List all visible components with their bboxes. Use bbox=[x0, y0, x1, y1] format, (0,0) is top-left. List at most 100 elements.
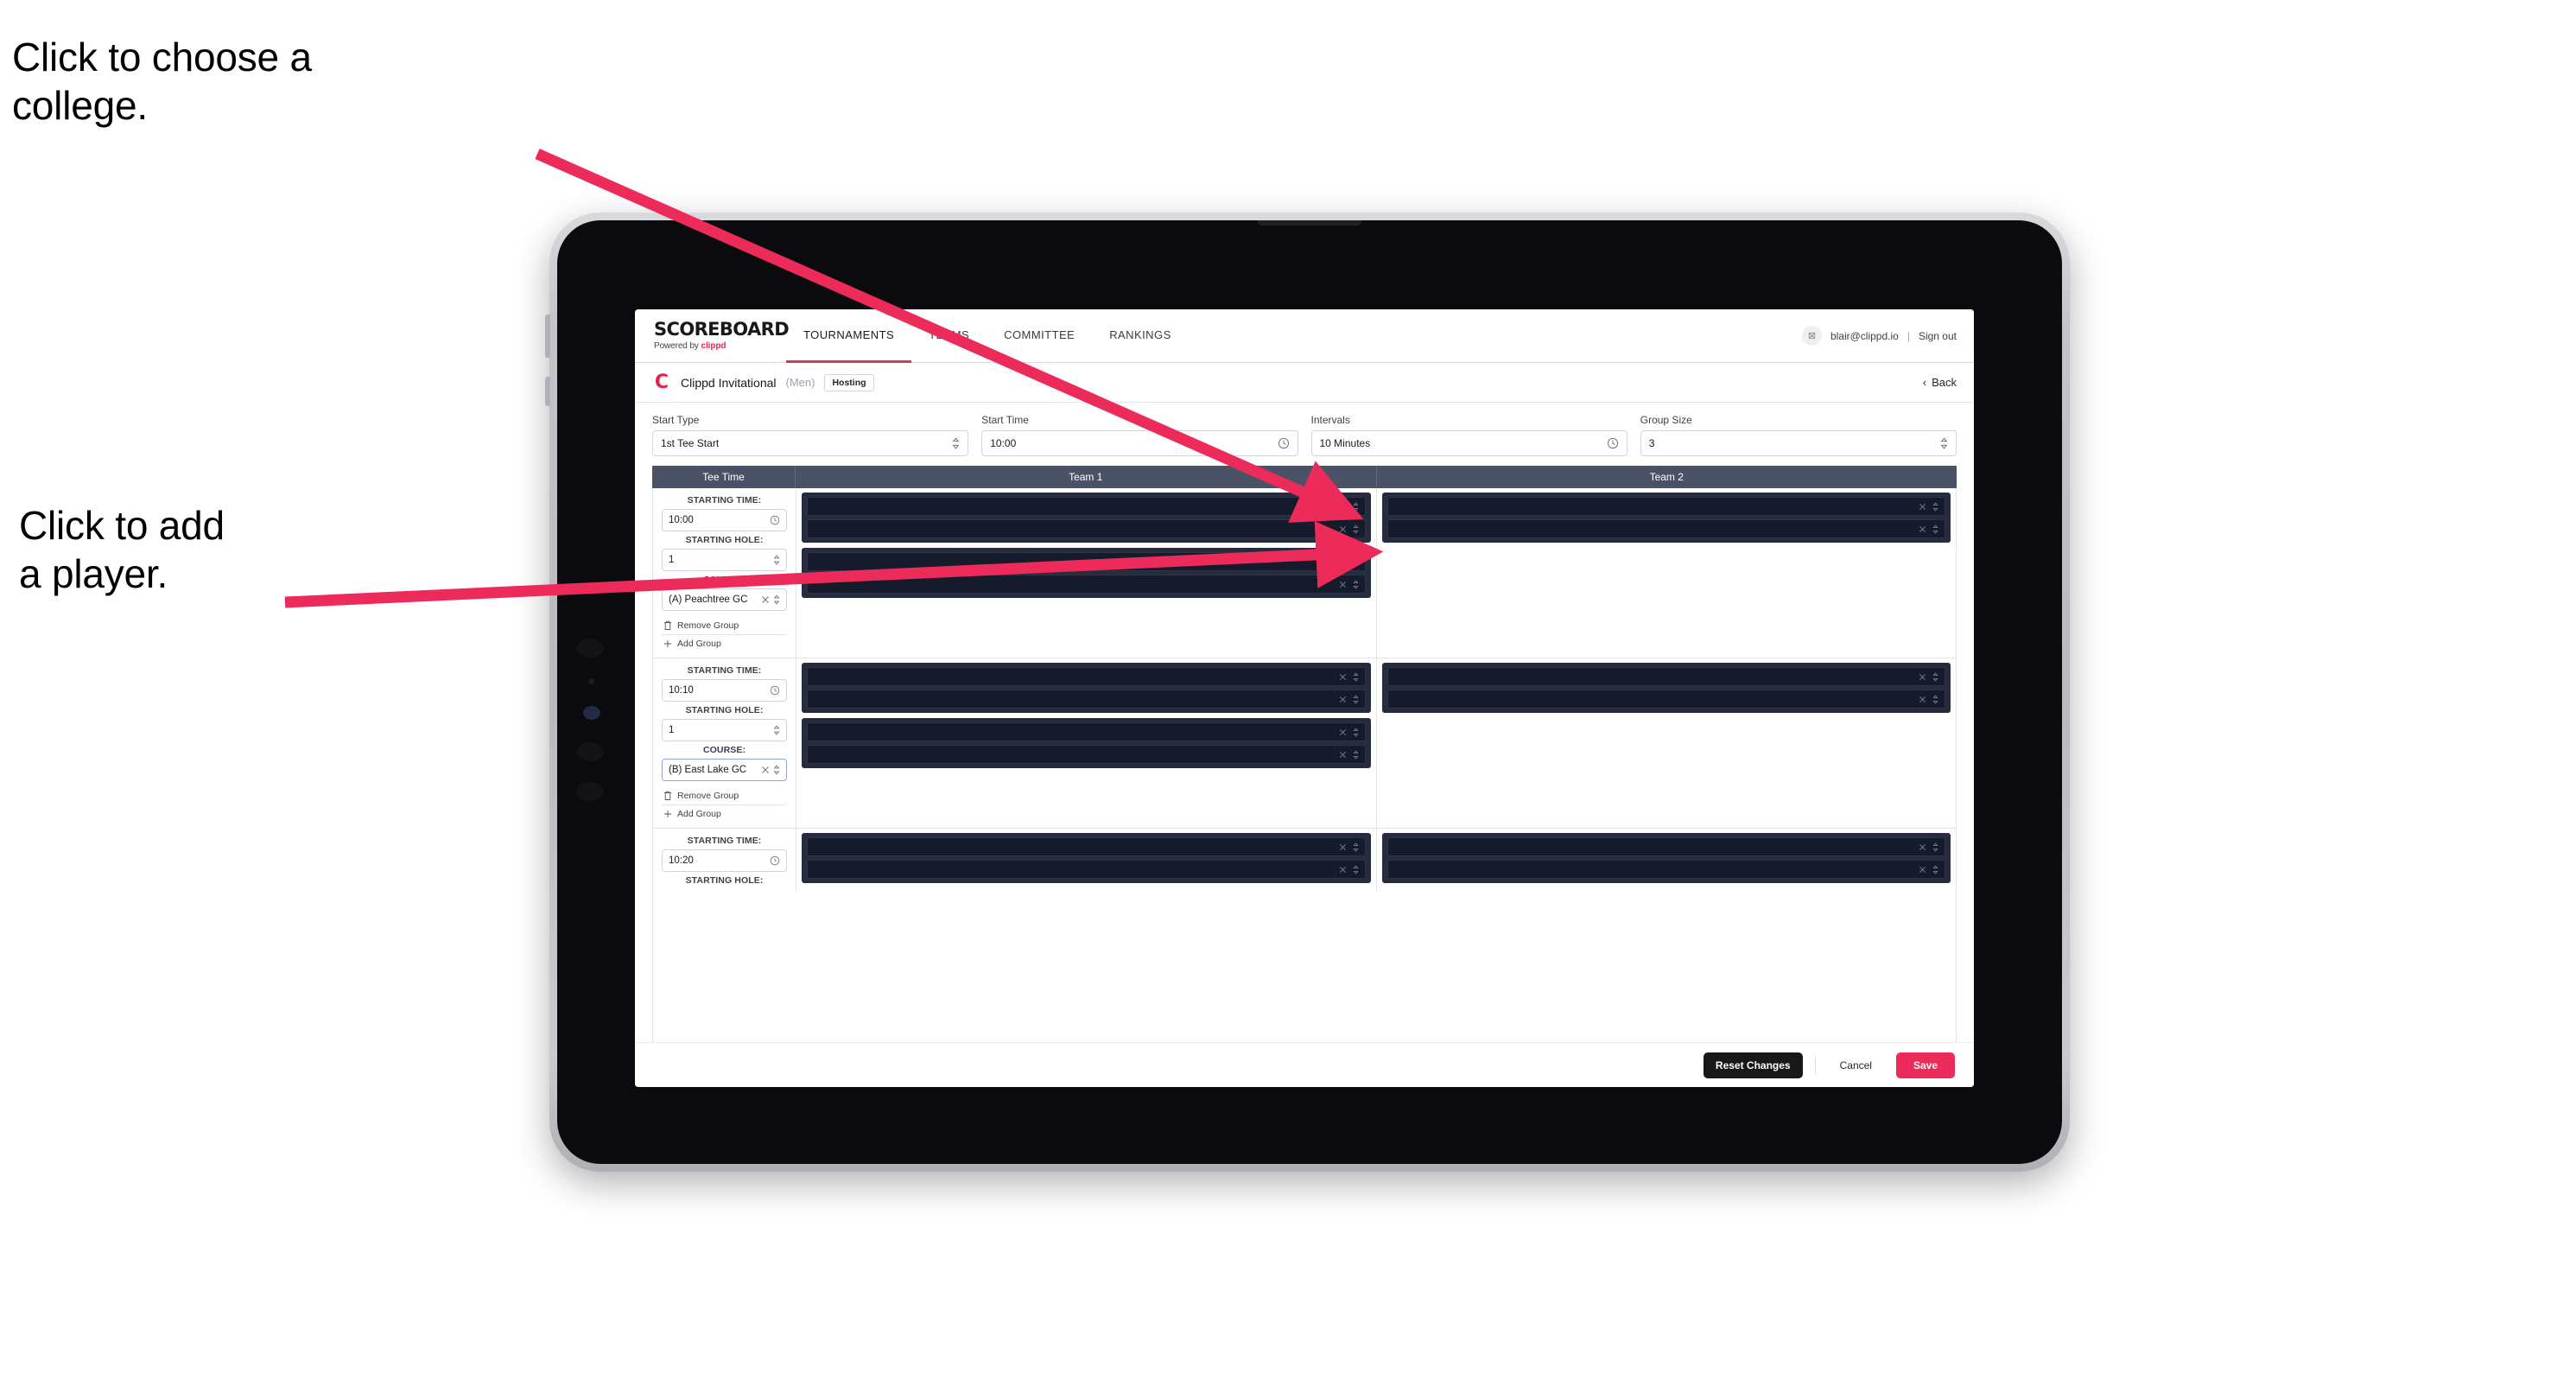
player-slot[interactable] bbox=[807, 860, 1366, 879]
starting-time-input[interactable]: 10:10 bbox=[662, 679, 787, 702]
nav-tab-rankings[interactable]: RANKINGS bbox=[1092, 309, 1189, 363]
stepper-icon[interactable] bbox=[1932, 694, 1938, 704]
stepper-icon[interactable] bbox=[773, 555, 780, 565]
player-slot[interactable] bbox=[1386, 837, 1945, 856]
clear-icon[interactable] bbox=[761, 766, 770, 774]
save-button[interactable]: Save bbox=[1895, 1052, 1955, 1078]
nav-tab-tournaments[interactable]: TOURNAMENTS bbox=[786, 309, 912, 363]
avatar[interactable]: ⊠ bbox=[1801, 326, 1822, 346]
clear-icon[interactable] bbox=[1339, 673, 1347, 681]
starting-time-input[interactable]: 10:20 bbox=[662, 849, 787, 872]
stepper-icon[interactable] bbox=[1940, 437, 1948, 449]
clock-icon[interactable] bbox=[770, 515, 780, 525]
player-slot[interactable] bbox=[807, 745, 1366, 764]
stepper-icon[interactable] bbox=[1352, 694, 1359, 704]
clear-icon[interactable] bbox=[1919, 866, 1926, 874]
clock-icon[interactable] bbox=[1278, 437, 1290, 449]
clear-icon[interactable] bbox=[1339, 843, 1347, 851]
stepper-icon[interactable] bbox=[1352, 864, 1359, 874]
clear-icon[interactable] bbox=[1339, 558, 1347, 566]
course-select[interactable]: (A) Peachtree GC bbox=[662, 588, 787, 611]
stepper-icon[interactable] bbox=[1352, 671, 1359, 682]
tee-time-grid[interactable]: STARTING TIME: 10:00 STARTING HOLE: 1 CO… bbox=[652, 488, 1957, 1042]
player-slot[interactable] bbox=[807, 497, 1366, 516]
sign-out-link[interactable]: Sign out bbox=[1919, 330, 1957, 342]
nav-tab-committee[interactable]: COMMITTEE bbox=[987, 309, 1092, 363]
stepper-icon[interactable] bbox=[1932, 842, 1938, 852]
device-volume-button[interactable] bbox=[545, 315, 550, 358]
player-slot[interactable] bbox=[807, 667, 1366, 686]
course-label: COURSE: bbox=[702, 745, 746, 755]
start-time-input[interactable]: 10:00 bbox=[981, 430, 1298, 456]
remove-group-button[interactable]: Remove Group bbox=[662, 787, 787, 805]
stepper-icon[interactable] bbox=[1352, 501, 1359, 512]
player-slot[interactable] bbox=[807, 575, 1366, 594]
clear-icon[interactable] bbox=[1339, 503, 1347, 511]
player-slot[interactable] bbox=[1386, 860, 1945, 879]
clear-icon[interactable] bbox=[1919, 673, 1926, 681]
nav-tab-teams[interactable]: TEAMS bbox=[911, 309, 987, 363]
cancel-button[interactable]: Cancel bbox=[1828, 1052, 1884, 1078]
clock-icon[interactable] bbox=[770, 685, 780, 696]
clock-icon[interactable] bbox=[1607, 437, 1619, 449]
stepper-icon[interactable] bbox=[773, 725, 780, 735]
clear-icon[interactable] bbox=[1339, 751, 1347, 759]
stepper-icon[interactable] bbox=[1352, 727, 1359, 737]
remove-group-button[interactable]: Remove Group bbox=[662, 617, 787, 635]
starting-time-input[interactable]: 10:00 bbox=[662, 509, 787, 531]
player-slot-panel bbox=[802, 833, 1371, 883]
clear-icon[interactable] bbox=[1919, 843, 1926, 851]
back-button[interactable]: ‹ Back bbox=[1923, 376, 1957, 389]
player-slot[interactable] bbox=[807, 552, 1366, 571]
plus-icon bbox=[663, 810, 672, 818]
stepper-icon[interactable] bbox=[1352, 524, 1359, 534]
clear-icon[interactable] bbox=[1919, 696, 1926, 703]
player-slot[interactable] bbox=[807, 837, 1366, 856]
player-slot-controls bbox=[1339, 727, 1359, 737]
clear-icon[interactable] bbox=[1919, 503, 1926, 511]
clear-icon[interactable] bbox=[1919, 525, 1926, 533]
player-slot[interactable] bbox=[1386, 519, 1945, 538]
reset-changes-button[interactable]: Reset Changes bbox=[1703, 1052, 1803, 1078]
stepper-icon[interactable] bbox=[1932, 671, 1938, 682]
player-slot[interactable] bbox=[807, 722, 1366, 741]
clock-icon[interactable] bbox=[770, 855, 780, 866]
player-slot[interactable] bbox=[807, 519, 1366, 538]
stepper-icon[interactable] bbox=[773, 594, 780, 605]
stepper-icon[interactable] bbox=[1352, 749, 1359, 760]
device-power-button[interactable] bbox=[545, 377, 550, 406]
starting-hole-input[interactable]: 1 bbox=[662, 549, 787, 571]
remove-group-label: Remove Group bbox=[677, 791, 739, 801]
stepper-icon[interactable] bbox=[1352, 842, 1359, 852]
intervals-value: 10 Minutes bbox=[1319, 437, 1371, 449]
intervals-input[interactable]: 10 Minutes bbox=[1310, 430, 1627, 456]
clear-icon[interactable] bbox=[1339, 866, 1347, 874]
player-slot[interactable] bbox=[1386, 497, 1945, 516]
stepper-icon[interactable] bbox=[1352, 579, 1359, 589]
course-select[interactable]: (B) East Lake GC bbox=[662, 759, 787, 781]
group-size-select[interactable]: 3 bbox=[1640, 430, 1957, 456]
footer-actions: Reset Changes Cancel Save bbox=[635, 1042, 1974, 1087]
nav-tab-tournaments-label: TOURNAMENTS bbox=[803, 328, 895, 341]
add-group-button[interactable]: Add Group bbox=[662, 805, 787, 823]
team-2-cell bbox=[1376, 488, 1956, 658]
start-type-select[interactable]: 1st Tee Start bbox=[652, 430, 969, 456]
stepper-icon[interactable] bbox=[1932, 524, 1938, 534]
clear-icon[interactable] bbox=[1339, 728, 1347, 736]
stepper-icon[interactable] bbox=[773, 765, 780, 775]
brand-logo[interactable]: SCOREBOARD Powered by clippd bbox=[635, 309, 790, 362]
stepper-icon[interactable] bbox=[1932, 864, 1938, 874]
clear-icon[interactable] bbox=[1339, 696, 1347, 703]
clear-icon[interactable] bbox=[761, 595, 770, 604]
starting-hole-input[interactable]: 1 bbox=[662, 719, 787, 741]
clear-icon[interactable] bbox=[1339, 525, 1347, 533]
stepper-icon[interactable] bbox=[952, 437, 960, 449]
player-slot[interactable] bbox=[807, 690, 1366, 709]
player-slot[interactable] bbox=[1386, 690, 1945, 709]
stepper-icon[interactable] bbox=[1932, 501, 1938, 512]
stepper-icon[interactable] bbox=[1352, 556, 1359, 567]
add-group-button[interactable]: Add Group bbox=[662, 635, 787, 652]
clear-icon[interactable] bbox=[1339, 581, 1347, 588]
starting-hole-label: STARTING HOLE: bbox=[685, 705, 764, 715]
player-slot[interactable] bbox=[1386, 667, 1945, 686]
